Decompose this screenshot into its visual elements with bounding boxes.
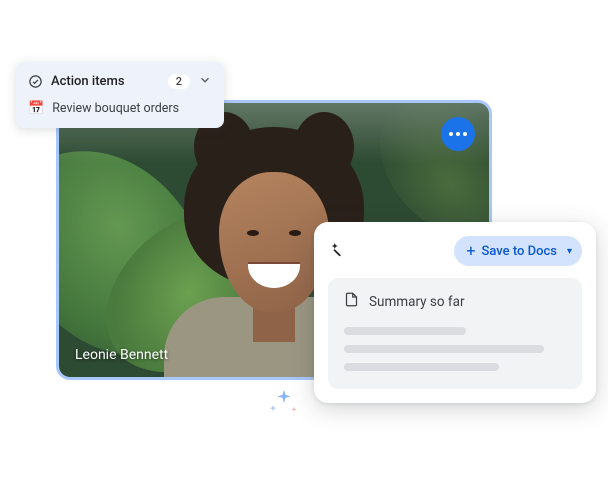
- action-item[interactable]: 📅 Review bouquet orders: [28, 101, 212, 116]
- magic-wand-icon: [328, 240, 346, 262]
- caret-down-icon: ▾: [567, 246, 572, 257]
- chevron-down-icon: [198, 72, 212, 91]
- summary-title: Summary so far: [369, 294, 465, 310]
- more-options-button[interactable]: [441, 117, 475, 151]
- action-items-count-badge: 2: [168, 74, 190, 89]
- placeholder-line: [344, 345, 544, 353]
- action-items-header[interactable]: Action items 2: [28, 72, 212, 91]
- document-icon: [344, 292, 359, 311]
- plus-icon: +: [466, 243, 475, 259]
- summary-body: Summary so far: [328, 278, 582, 389]
- save-to-docs-button[interactable]: + Save to Docs ▾: [454, 236, 582, 266]
- check-circle-icon: [28, 74, 43, 89]
- placeholder-line: [344, 327, 466, 335]
- action-items-panel: Action items 2 📅 Review bouquet orders: [16, 62, 224, 128]
- action-items-title: Action items: [51, 74, 160, 89]
- action-item-label: Review bouquet orders: [52, 101, 179, 116]
- participant-name-label: Leonie Bennett: [75, 347, 168, 363]
- sparkle-decoration: [268, 386, 308, 426]
- calendar-icon: 📅: [28, 102, 44, 115]
- save-button-label: Save to Docs: [481, 244, 556, 259]
- summary-panel: + Save to Docs ▾ Summary so far: [314, 222, 596, 403]
- placeholder-line: [344, 363, 499, 371]
